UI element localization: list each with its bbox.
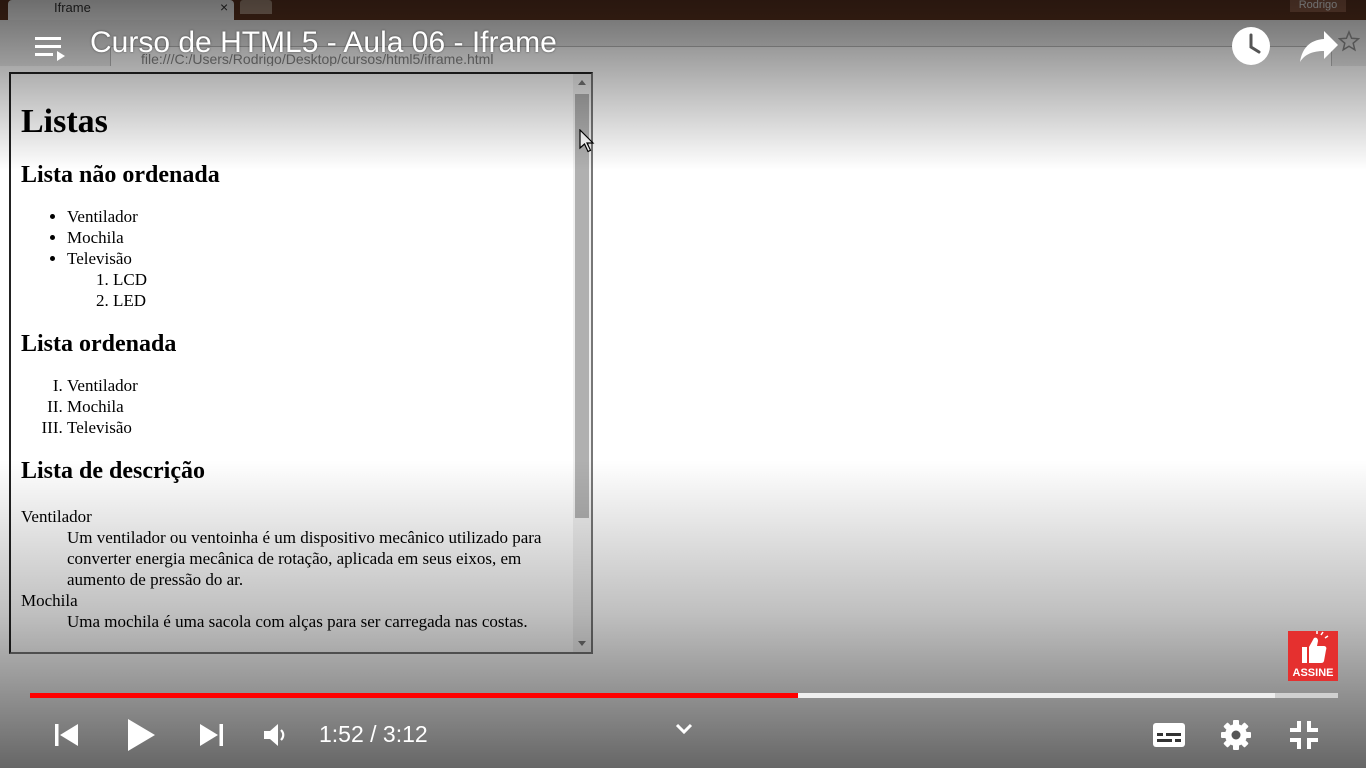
list-item: LCD bbox=[113, 269, 569, 290]
subscribe-badge[interactable]: ASSINE bbox=[1288, 631, 1338, 681]
settings-gear-icon[interactable] bbox=[1220, 719, 1252, 751]
nested-ordered-list: LCD LED bbox=[67, 269, 569, 311]
list-item-label: Televisão bbox=[67, 249, 132, 268]
progress-played bbox=[30, 693, 798, 698]
iframe-document: Listas Lista não ordenada Ventilador Moc… bbox=[21, 74, 569, 632]
tab-close-icon[interactable]: × bbox=[220, 0, 228, 15]
next-icon[interactable] bbox=[196, 720, 226, 750]
ordered-list-heading: Lista ordenada bbox=[21, 331, 177, 357]
previous-icon[interactable] bbox=[52, 720, 82, 750]
share-icon[interactable] bbox=[1298, 27, 1340, 65]
unordered-list: Ventilador Mochila Televisão LCD LED bbox=[21, 206, 569, 311]
iframe[interactable]: Listas Lista não ordenada Ventilador Moc… bbox=[9, 72, 593, 654]
list-item: Televisão bbox=[67, 417, 569, 438]
exit-fullscreen-icon[interactable] bbox=[1288, 719, 1320, 751]
time-display: 1:52 / 3:12 bbox=[319, 721, 428, 747]
page-heading: Listas bbox=[21, 103, 108, 140]
description-definition: Uma mochila é uma sacola com alças para … bbox=[67, 612, 528, 631]
play-icon[interactable] bbox=[124, 716, 158, 754]
description-definition: Um ventilador ou ventoinha é um disposit… bbox=[67, 528, 542, 589]
bookmark-star-icon[interactable] bbox=[1338, 30, 1360, 52]
tab-title: Iframe bbox=[54, 0, 91, 15]
ordered-list: Ventilador Mochila Televisão bbox=[21, 375, 569, 438]
browser-user-chip[interactable]: Rodrigo bbox=[1290, 0, 1346, 12]
progress-bar[interactable] bbox=[30, 693, 1338, 698]
scroll-down-arrow-icon[interactable] bbox=[578, 641, 586, 646]
watch-later-icon[interactable] bbox=[1230, 25, 1272, 67]
thumbs-up-icon bbox=[1302, 631, 1329, 663]
playlist-icon[interactable] bbox=[34, 34, 70, 62]
new-tab-button[interactable] bbox=[240, 0, 272, 14]
description-term: Ventilador bbox=[21, 507, 92, 526]
list-item-with-sublist: Televisão LCD LED bbox=[67, 248, 569, 311]
scroll-thumb[interactable] bbox=[575, 94, 589, 518]
list-item: Ventilador bbox=[67, 375, 569, 396]
scroll-up-arrow-icon[interactable] bbox=[578, 80, 586, 85]
browser-tabbar: Iframe × Rodrigo bbox=[0, 0, 1366, 20]
list-item: Ventilador bbox=[67, 206, 569, 227]
description-term: Mochila bbox=[21, 591, 78, 610]
video-title[interactable]: Curso de HTML5 - Aula 06 - Iframe bbox=[90, 26, 557, 60]
volume-icon[interactable] bbox=[262, 722, 290, 748]
list-item: Mochila bbox=[67, 227, 569, 248]
iframe-scrollbar[interactable] bbox=[573, 74, 591, 652]
list-item: LED bbox=[113, 290, 569, 311]
description-list: Ventilador Um ventilador ou ventoinha é … bbox=[21, 506, 569, 632]
mouse-cursor-icon bbox=[579, 129, 595, 153]
subtitles-icon[interactable] bbox=[1152, 721, 1186, 749]
chevron-down-icon[interactable] bbox=[674, 722, 694, 736]
unordered-list-heading: Lista não ordenada bbox=[21, 162, 220, 188]
subscribe-label: ASSINE bbox=[1292, 667, 1334, 679]
description-list-heading: Lista de descrição bbox=[21, 458, 205, 484]
list-item: Mochila bbox=[67, 396, 569, 417]
browser-tab[interactable]: Iframe × bbox=[8, 0, 234, 20]
